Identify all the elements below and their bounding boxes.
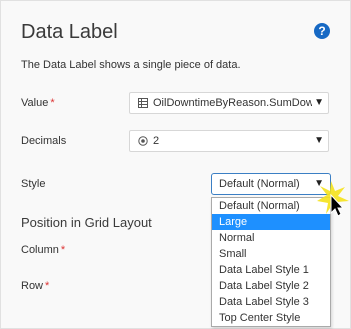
style-option[interactable]: Data Label Style 1 xyxy=(212,262,330,278)
chevron-down-icon: ▼ xyxy=(314,135,324,146)
style-select-text: Default (Normal) xyxy=(219,178,300,190)
style-select[interactable]: Default (Normal) ▼ xyxy=(211,173,331,195)
decimals-select-text: 2 xyxy=(153,135,160,147)
data-label-panel: Data Label ? The Data Label shows a sing… xyxy=(0,0,351,329)
style-option[interactable]: Small xyxy=(212,246,330,262)
value-select-text: OilDowntimeByReason.SumDowntime xyxy=(153,97,312,109)
column-label: Column * xyxy=(21,244,65,256)
decimals-label: Decimals xyxy=(21,135,67,147)
value-required-mark: * xyxy=(50,97,55,109)
grid-section-heading: Position in Grid Layout xyxy=(21,215,152,230)
panel-description: The Data Label shows a single piece of d… xyxy=(21,59,241,71)
panel-title: Data Label xyxy=(21,21,118,43)
column-label-text: Column xyxy=(21,244,59,256)
column-required-mark: * xyxy=(60,244,66,256)
style-label: Style xyxy=(21,178,46,190)
style-option-highlighted[interactable]: Large xyxy=(212,214,330,230)
row-required-mark: * xyxy=(45,280,50,292)
value-label-text: Value xyxy=(21,97,49,109)
table-icon xyxy=(138,93,148,113)
help-icon[interactable]: ? xyxy=(314,23,330,39)
row-label: Row * xyxy=(21,280,49,292)
style-option[interactable]: Data Label Style 2 xyxy=(212,278,330,294)
chevron-down-icon: ▼ xyxy=(314,97,324,108)
decimals-select[interactable]: 2 ▼ xyxy=(129,130,329,152)
style-option[interactable]: Top Center Style xyxy=(212,310,330,326)
row-label-text: Row xyxy=(21,280,44,292)
value-select[interactable]: OilDowntimeByReason.SumDowntime ▼ xyxy=(129,92,329,114)
radio-dot-icon xyxy=(138,131,148,151)
value-label: Value * xyxy=(21,97,55,109)
style-option[interactable]: Data Label Style 3 xyxy=(212,294,330,310)
style-dropdown-list: Default (Normal) Large Normal Small Data… xyxy=(211,197,331,327)
style-option[interactable]: Normal xyxy=(212,230,330,246)
style-option[interactable]: Default (Normal) xyxy=(212,198,330,214)
mouse-cursor-icon xyxy=(317,181,351,226)
